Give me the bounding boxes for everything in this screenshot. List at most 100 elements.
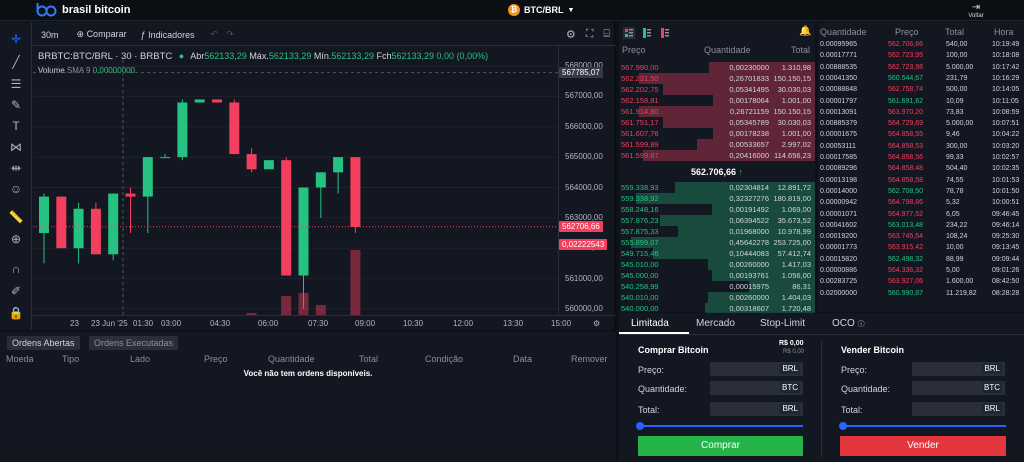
ask-row[interactable]: 567.990,00 0,00230000 1.310,98 — [619, 62, 815, 73]
ask-row[interactable]: 561.599,89 0,00533657 2.997,02 — [619, 139, 815, 150]
emoji-icon[interactable]: ☺ — [8, 182, 24, 196]
buy-button[interactable]: Comprar — [638, 436, 803, 456]
ask-row[interactable]: 561.751,17 0,05345789 30.030,03 — [619, 117, 815, 128]
sell-slider-handle[interactable] — [839, 422, 847, 430]
bid-row[interactable]: 549.715,46 0,10444083 57.412,74 — [619, 248, 815, 259]
book-both-icon[interactable] — [623, 27, 635, 39]
sell-qty-input[interactable]: BTC — [912, 381, 1005, 395]
pattern-icon[interactable]: ⋈ — [8, 140, 24, 154]
candle — [73, 208, 84, 249]
trendline-icon[interactable]: ╱ — [8, 55, 24, 69]
bid-row[interactable]: 540.258,99 0,00015975 86,31 — [619, 281, 815, 292]
bid-price: 557.875,33 — [621, 227, 659, 236]
trade-price: 563.970,20 — [888, 108, 924, 116]
bid-row[interactable]: 559.338,92 0,32327276 180.819,00 — [619, 193, 815, 204]
sell-button[interactable]: Vender — [840, 436, 1006, 456]
logo[interactable]: brasil bitcoin — [36, 3, 130, 17]
trade-qty: 0.00041602 — [820, 221, 857, 229]
book-bids-icon[interactable] — [641, 27, 653, 39]
buy-qty-label: Quantidade: — [638, 384, 688, 394]
trades-col-time: Hora — [994, 27, 1014, 37]
tab-oco-label: OCO — [832, 318, 855, 329]
horizontal-lines-icon[interactable]: ☰ — [8, 77, 24, 91]
trade-qty: 0.00041350 — [820, 74, 857, 82]
tab-stop-limit[interactable]: Stop-Limit — [760, 318, 805, 329]
ask-total: 1.310,98 — [781, 63, 811, 72]
bell-icon[interactable]: 🔔 — [799, 26, 811, 37]
sell-total-input[interactable]: BRL — [912, 402, 1005, 416]
bid-qty: 0,10444083 — [729, 249, 769, 258]
trade-row: 0.00014000 562.708,50 78,78 10:01:50 — [818, 186, 1024, 197]
tab-mercado[interactable]: Mercado — [696, 318, 735, 329]
ask-row[interactable]: 562.231,50 0,26701833 150.150,15 — [619, 73, 815, 84]
volume-price-tag: 0,02222543 — [559, 238, 608, 250]
time-axis[interactable]: 23 23 Jun '25 01:30 03:00 04:30 06:00 07:30 09:… — [33, 315, 616, 330]
ruler-icon[interactable]: 📏 — [8, 210, 24, 224]
interval-selector[interactable]: 30m — [41, 30, 59, 40]
zoom-in-icon[interactable]: ⊕ — [8, 232, 24, 246]
trade-row: 0.00015820 562.498,32 88,99 09:09:44 — [818, 254, 1024, 265]
bid-row[interactable]: 557.875,33 0,01968000 10.978,99 — [619, 226, 815, 237]
brush-icon[interactable]: ✎ — [8, 98, 24, 112]
voltar-button[interactable]: ⇥ Voltar — [964, 3, 988, 20]
tab-open-orders[interactable]: Ordens Abertas — [7, 336, 80, 350]
trade-total: 100,00 — [946, 52, 968, 60]
lock-icon[interactable]: 🔒 — [8, 306, 24, 320]
redo-icon[interactable]: ↷ — [226, 29, 234, 40]
bid-row[interactable]: 540.010,00 0,00260000 1.404,03 — [619, 292, 815, 303]
buy-price-input[interactable]: BRL — [710, 362, 803, 376]
volume-bar — [281, 296, 292, 315]
ask-row[interactable]: 562.158,81 0,00178064 1.001,00 — [619, 95, 815, 106]
ask-row[interactable]: 562.202,75 0,05341495 30.030,03 — [619, 84, 815, 95]
indicators-button[interactable]: ƒ Indicadores — [141, 30, 195, 40]
book-asks-icon[interactable] — [659, 27, 671, 39]
tab-executed-orders[interactable]: Ordens Executadas — [89, 336, 179, 350]
pair-selector[interactable]: ₿ BTC/BRL ▼ — [508, 4, 574, 16]
ask-total: 1.001,00 — [781, 129, 811, 138]
undo-icon[interactable]: ↶ — [211, 29, 219, 40]
camera-icon[interactable]: ⌸ — [603, 28, 610, 41]
buy-total-input[interactable]: BRL — [710, 402, 803, 416]
tab-oco[interactable]: OCO ⓘ — [832, 318, 865, 329]
sell-price-input[interactable]: BRL — [912, 362, 1005, 376]
text-tool-icon[interactable]: T — [8, 119, 24, 133]
trade-price: 564.858,48 — [888, 165, 924, 173]
axis-settings-icon[interactable]: ⚙ — [593, 319, 600, 328]
ask-row[interactable]: 561.914,80 0,26721159 150.150,15 — [619, 106, 815, 117]
trade-row: 0.00013091 563.970,20 73,83 10:08:59 — [818, 107, 1024, 118]
magnet-icon[interactable]: ∩ — [8, 262, 24, 276]
candlestick-plot[interactable] — [33, 60, 558, 315]
sell-amount-slider[interactable] — [843, 425, 1006, 427]
tab-limitada[interactable]: Limitada — [631, 318, 669, 329]
buy-qty-input[interactable]: BTC — [710, 381, 803, 395]
ask-row[interactable]: 561.599,87 0,20416000 114.656,23 — [619, 150, 815, 161]
bid-qty: 0,00260000 — [729, 260, 769, 269]
bid-row[interactable]: 545.010,00 0,00260000 1.417,03 — [619, 259, 815, 270]
crosshair-icon[interactable]: ✛ — [8, 32, 24, 46]
trade-row: 0.00888535 562.723,98 5.000,00 10:17:42 — [818, 62, 1024, 73]
buy-slider-handle[interactable] — [636, 422, 644, 430]
settings-icon[interactable]: ⚙ — [566, 28, 576, 41]
ask-row[interactable]: 561.607,76 0,00178238 1.001,00 — [619, 128, 815, 139]
bid-row[interactable]: 557.876,23 0,06394522 35.673,52 — [619, 215, 815, 226]
candle — [246, 154, 257, 170]
buy-amount-slider[interactable] — [640, 425, 803, 427]
trade-total: 88,99 — [946, 255, 964, 263]
trade-row: 0.00000942 564.798,86 5,32 10:00:51 — [818, 197, 1024, 208]
price-axis[interactable]: 568000,00 567000,00 566000,00 565000,00 5640… — [558, 46, 616, 315]
ask-price: 562.231,50 — [621, 74, 659, 83]
compare-button[interactable]: ⊕ Comparar — [77, 29, 127, 40]
bid-row[interactable]: 555.899,07 0,45642278 253.725,00 — [619, 237, 815, 248]
lock-drawing-icon[interactable]: ✐ — [8, 284, 24, 298]
trade-time: 10:18:08 — [992, 52, 1020, 60]
fullscreen-icon[interactable]: ⛶ — [586, 28, 594, 41]
last-price-tag: 562706,66 — [559, 220, 603, 232]
bid-price: 559.338,92 — [621, 194, 659, 203]
bid-row[interactable]: 558.248,16 0,00191492 1.069,00 — [619, 204, 815, 215]
trade-total: 5,00 — [946, 267, 960, 274]
measure-icon[interactable]: ⇹ — [8, 161, 24, 175]
trade-price: 563.745,54 — [888, 233, 924, 241]
bid-row[interactable]: 559.338,93 0,02304814 12.891,72 — [619, 182, 815, 193]
ask-price: 567.990,00 — [621, 63, 659, 72]
bid-row[interactable]: 545.000,00 0,00193761 1.056,00 — [619, 270, 815, 281]
